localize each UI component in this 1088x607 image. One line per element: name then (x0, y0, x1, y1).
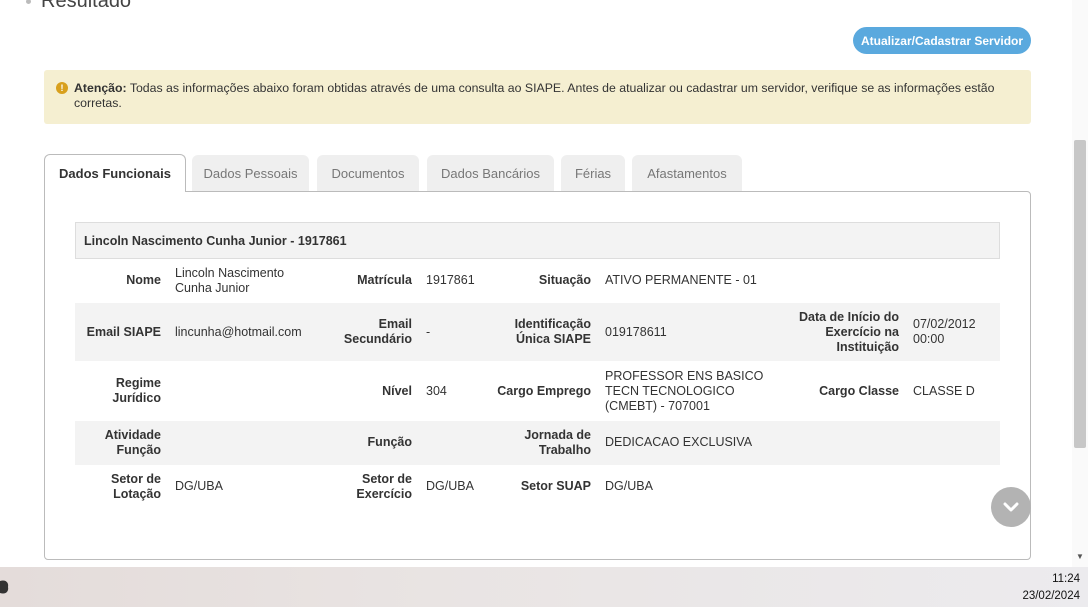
alert-text: Todas as informações abaixo foram obtida… (74, 81, 995, 110)
field-label: Setor de Lotação (110, 472, 161, 501)
field-label: Identificação Única SIAPE (514, 317, 591, 346)
field-label: Situação (538, 273, 591, 287)
warning-alert: ! Atenção: Todas as informações abaixo f… (44, 70, 1031, 124)
section-header: Resultado (26, 0, 131, 13)
tab-dados-bancarios[interactable]: Dados Bancários (427, 155, 554, 191)
scrollbar-thumb[interactable] (1074, 140, 1086, 448)
tab-dados-pessoais[interactable]: Dados Pessoais (192, 155, 309, 191)
field-label: Email SIAPE (86, 325, 161, 339)
field-value: Lincoln Nascimento Cunha Junior (175, 266, 285, 295)
table-row: Regime Jurídico Nível 304 Cargo Emprego … (75, 361, 1000, 421)
scrollbar-down-arrow-icon[interactable]: ▼ (1076, 552, 1084, 561)
table-row: Email SIAPE lincunha@hotmail.com Email S… (75, 303, 1000, 361)
table-row: Nome Lincoln Nascimento Cunha Junior Mat… (75, 259, 1000, 303)
chevron-down-icon (1003, 502, 1019, 512)
clock-time: 11:24 (1052, 573, 1080, 585)
field-value: ATIVO PERMANENTE - 01 (605, 273, 757, 287)
field-label: Nome (126, 273, 161, 287)
field-value: DG/UBA (605, 479, 653, 493)
field-value: 07/02/2012 00:00 (913, 317, 976, 346)
field-value: DG/UBA (426, 479, 474, 493)
field-label: Data de Início do Exercício na Instituiç… (798, 310, 899, 354)
field-label: Matrícula (357, 273, 412, 287)
tab-ferias[interactable]: Férias (561, 155, 625, 191)
tab-afastamentos[interactable]: Afastamentos (632, 155, 742, 191)
clock-date: 23/02/2024 (1022, 590, 1080, 602)
field-label: Setor de Exercício (356, 472, 412, 501)
field-label: Jornada de Trabalho (524, 428, 591, 457)
system-clock[interactable]: 11:24 23/02/2024 (1022, 571, 1080, 605)
field-value: DEDICACAO EXCLUSIVA (605, 435, 753, 449)
taskbar: 11:24 23/02/2024 (0, 567, 1088, 607)
field-value: 019178611 (605, 325, 667, 339)
field-label: Cargo Emprego (497, 384, 591, 398)
field-value: 304 (426, 384, 447, 398)
field-label: Email Secundário (343, 317, 412, 346)
field-value: - (426, 325, 431, 339)
tab-documentos[interactable]: Documentos (317, 155, 419, 191)
field-label: Setor SUAP (520, 479, 591, 493)
record-header: Lincoln Nascimento Cunha Junior - 191786… (75, 222, 1000, 259)
field-label: Nível (382, 384, 412, 398)
table-row: Setor de Lotação DG/UBA Setor de Exercíc… (75, 465, 1000, 509)
exclamation-icon: ! (56, 82, 68, 94)
table-row: Atividade Função Função Jornada de Traba… (75, 421, 1000, 465)
field-label: Cargo Classe (819, 384, 899, 398)
tab-dados-funcionais[interactable]: Dados Funcionais (44, 154, 186, 192)
field-label: Regime Jurídico (112, 376, 161, 405)
field-label: Atividade Função (104, 428, 161, 457)
bullet-icon (26, 0, 31, 4)
alert-prefix: Atenção: (74, 81, 127, 95)
field-value: PROFESSOR ENS BASICO TECN TECNOLOGICO (C… (605, 369, 764, 413)
field-label: Função (367, 435, 412, 449)
section-title: Resultado (41, 0, 132, 12)
field-value: CLASSE D (913, 384, 975, 398)
field-value: DG/UBA (175, 479, 223, 493)
update-register-server-button[interactable]: Atualizar/Cadastrar Servidor (853, 27, 1031, 54)
field-value: lincunha@hotmail.com (175, 325, 302, 339)
taskbar-app-icon[interactable] (0, 577, 12, 597)
scroll-down-button[interactable] (991, 487, 1031, 527)
